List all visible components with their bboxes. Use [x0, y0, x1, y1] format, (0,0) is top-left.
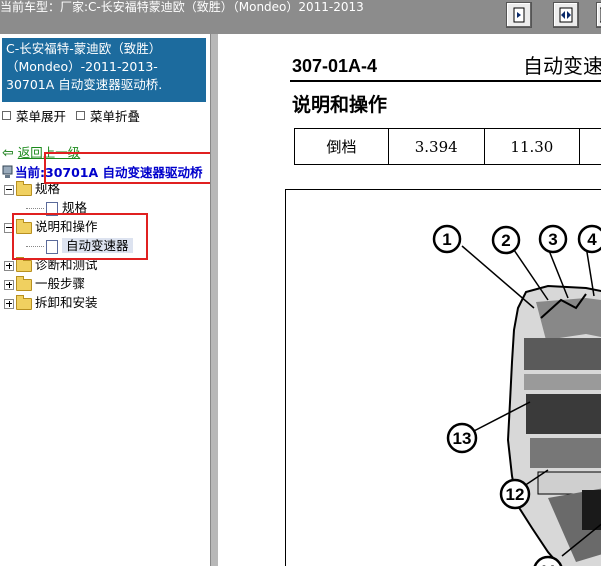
title-bar: 当前车型：厂家:C-长安福特蒙迪欧（致胜）（Mondeo）2011-2013: [0, 0, 601, 34]
callout: 12: [499, 478, 531, 510]
navigation-panel: C-长安福特-蒙迪欧（致胜） （Mondeo）-2011-2013- 30701…: [0, 34, 210, 566]
tree-item-label: 拆卸和安装: [35, 295, 98, 310]
callout: 3: [538, 224, 568, 254]
menu-expand-link[interactable]: 菜单展开: [16, 109, 66, 124]
ratio-cell: 3.394: [387, 128, 485, 165]
svg-text:4: 4: [587, 230, 597, 249]
menu-links: 菜单展开 菜单折叠: [2, 106, 140, 125]
folder-open-icon: [16, 180, 32, 196]
svg-text:12: 12: [506, 485, 525, 504]
gear-set: [530, 438, 601, 468]
svg-text:11: 11: [539, 562, 557, 566]
callout: 4: [577, 224, 601, 254]
highlight-box: [12, 213, 148, 260]
table-row: 倒档 3.394 11.30: [294, 128, 601, 165]
svg-text:1: 1: [442, 230, 451, 249]
window-title: 当前车型：厂家:C-长安福特蒙迪欧（致胜）（Mondeo）2011-2013: [0, 0, 364, 14]
value-cell: 11.30: [483, 128, 580, 165]
computer-icon: [2, 165, 13, 178]
svg-text:3: 3: [548, 230, 557, 249]
leader-line: [461, 245, 535, 309]
gear-set: [524, 338, 601, 370]
fit-page-button[interactable]: [506, 2, 532, 28]
vehicle-info-box: C-长安福特-蒙迪欧（致胜） （Mondeo）-2011-2013- 30701…: [2, 38, 206, 102]
tree-connector: [26, 208, 44, 209]
callout: 1: [432, 224, 462, 254]
page-code: 307-01A-4: [292, 56, 378, 76]
fit-width-icon: [559, 7, 573, 23]
vehicle-line: C-长安福特-蒙迪欧（致胜）: [6, 41, 162, 56]
transmission-diagram: 1 2 3 4 13 12: [285, 189, 601, 566]
gear-set: [526, 394, 601, 434]
next-page-button[interactable]: [596, 2, 601, 28]
menu-collapse-link[interactable]: 菜单折叠: [90, 109, 140, 124]
tree-item-label: 一般步骤: [35, 276, 86, 291]
fit-width-button[interactable]: [553, 2, 579, 28]
tree-item-general[interactable]: 一般步骤: [4, 275, 85, 293]
heading-rule: [290, 80, 601, 82]
gear-ratio-table: 倒档 3.394 11.30: [294, 128, 601, 165]
fit-page-icon: [513, 7, 525, 23]
gear-set: [524, 374, 601, 390]
svg-text:13: 13: [453, 429, 472, 448]
folder-icon: [16, 275, 32, 291]
page-heading: 自动变速: [523, 54, 601, 78]
expand-toggle-icon[interactable]: [4, 298, 14, 309]
document-view: 307-01A-4 自动变速 说明和操作 倒档 3.394 11.30 1 2 …: [218, 34, 601, 566]
expand-toggle-icon[interactable]: [4, 279, 14, 290]
expand-toggle-icon[interactable]: [4, 260, 14, 271]
gear-cell: 倒档: [294, 128, 389, 165]
table-cell: [579, 128, 601, 165]
svg-text:2: 2: [501, 231, 510, 250]
collapse-toggle-icon[interactable]: [4, 184, 14, 195]
highlight-box: [44, 152, 210, 184]
callout: 2: [491, 225, 521, 255]
folder-icon: [16, 294, 32, 310]
collapse-square-icon: [76, 111, 86, 120]
expand-square-icon: [2, 111, 11, 120]
folder-icon: [16, 256, 32, 272]
transmission-illustration: 1 2 3 4 13 12: [432, 224, 601, 566]
section-title: 说明和操作: [292, 94, 388, 116]
vehicle-line: （Mondeo）-2011-2013-: [6, 59, 158, 74]
tree-item-removal[interactable]: 拆卸和安装: [4, 294, 98, 312]
back-arrow-icon[interactable]: ⇦: [2, 145, 14, 161]
vehicle-line: 30701A 自动变速器驱动桥.: [6, 77, 163, 92]
callout: 13: [446, 422, 478, 454]
differential: [582, 490, 601, 530]
